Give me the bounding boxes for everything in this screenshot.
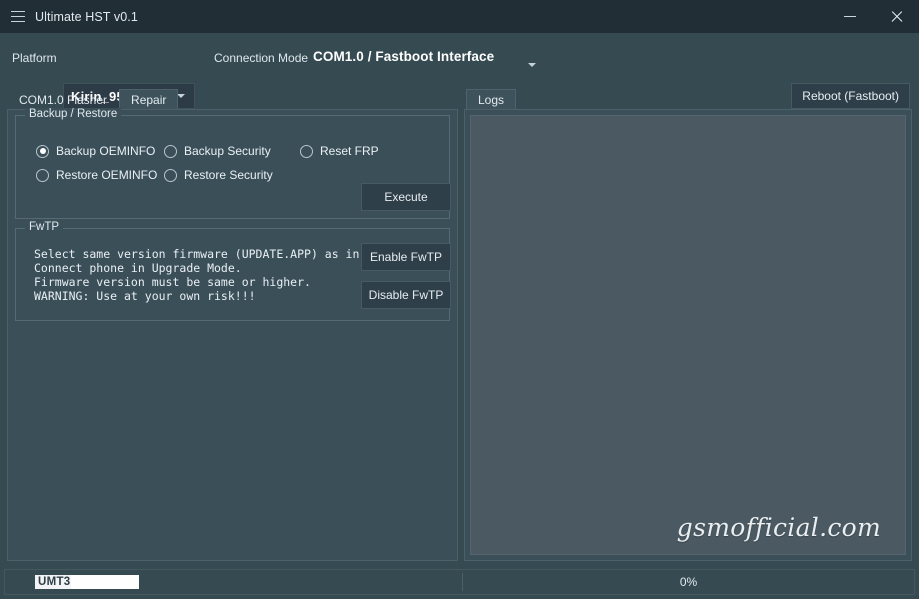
window-title: Ultimate HST v0.1	[35, 9, 138, 24]
radio-label: Restore OEMINFO	[56, 168, 158, 182]
radio-backup-oeminfo[interactable]: Backup OEMINFO	[36, 144, 155, 158]
backup-restore-group: Backup / Restore Backup OEMINFO Backup S…	[15, 108, 451, 219]
device-label: UMT3	[35, 575, 71, 589]
device-indicator: UMT3	[35, 575, 139, 589]
connection-mode-value[interactable]: COM1.0 / Fastboot Interface	[313, 49, 494, 64]
radio-label: Backup Security	[184, 144, 271, 158]
radio-label: Backup OEMINFO	[56, 144, 156, 158]
disable-fwtp-button[interactable]: Disable FwTP	[361, 281, 451, 309]
backup-restore-title: Backup / Restore	[25, 108, 122, 120]
status-progress-cell: 0%	[463, 570, 914, 594]
device-redaction-bar	[70, 575, 139, 589]
radio-indicator	[36, 168, 49, 182]
radio-indicator	[300, 144, 313, 158]
radio-restore-oeminfo[interactable]: Restore OEMINFO	[36, 168, 157, 182]
tab-logs[interactable]: Logs	[466, 89, 517, 110]
hamburger-menu-icon[interactable]	[11, 11, 25, 22]
radio-backup-security[interactable]: Backup Security	[164, 144, 271, 158]
window-controls	[827, 0, 919, 33]
platform-label: Platform	[12, 51, 57, 65]
radio-reset-frp[interactable]: Reset FRP	[300, 144, 379, 158]
fwtp-title: FwTP	[25, 221, 64, 233]
tab-repair[interactable]: Repair	[119, 89, 179, 110]
log-output[interactable]	[470, 115, 906, 555]
repair-panel: Backup / Restore Backup OEMINFO Backup S…	[7, 108, 458, 561]
watermark: gsmofficial.com	[676, 513, 881, 542]
radio-label: Restore Security	[184, 168, 273, 182]
fwtp-group: FwTP Select same version firmware (UPDAT…	[15, 221, 451, 321]
radio-indicator	[36, 144, 49, 158]
logs-panel: gsmofficial.com	[464, 109, 912, 561]
close-icon	[890, 10, 903, 23]
connection-mode-label: Connection Mode	[214, 51, 309, 65]
progress-text: 0%	[679, 575, 698, 589]
status-bar: UMT3 0%	[4, 569, 915, 595]
radio-indicator	[164, 168, 177, 182]
minimize-button[interactable]	[827, 0, 873, 33]
right-tabstrip: Logs	[466, 89, 517, 110]
execute-button[interactable]: Execute	[361, 183, 451, 211]
tab-com10-flasher[interactable]: COM1.0 Flasher	[7, 89, 119, 110]
radio-restore-security[interactable]: Restore Security	[164, 168, 273, 182]
enable-fwtp-button[interactable]: Enable FwTP	[361, 243, 451, 271]
minimize-icon	[844, 16, 856, 17]
toolbar: Platform Kirin_955 Connection Mode COM1.…	[0, 33, 919, 109]
title-bar: Ultimate HST v0.1	[0, 0, 919, 33]
radio-label: Reset FRP	[320, 144, 379, 158]
close-button[interactable]	[873, 0, 919, 33]
connection-mode-chevron-down-icon[interactable]	[528, 63, 536, 67]
radio-indicator	[164, 144, 177, 158]
left-tabstrip: COM1.0 Flasher Repair	[7, 89, 179, 110]
status-device-cell: UMT3	[5, 570, 463, 594]
application-window: Ultimate HST v0.1 Platform Kirin_955 Con…	[0, 0, 919, 599]
reboot-fastboot-button[interactable]: Reboot (Fastboot)	[791, 83, 910, 109]
